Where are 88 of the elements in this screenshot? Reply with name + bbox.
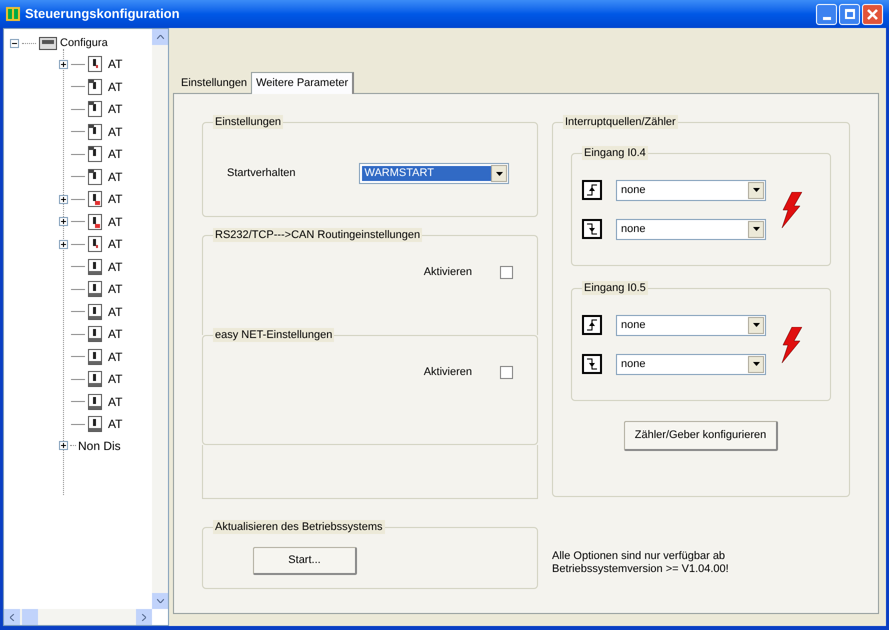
module-icon (88, 214, 102, 230)
module-icon (88, 348, 102, 365)
group-title: RS232/TCP--->CAN Routingeinstellungen (213, 228, 422, 242)
module-icon (88, 258, 102, 275)
dropdown-value: none (620, 356, 646, 372)
app-icon (6, 7, 20, 21)
tree-item[interactable]: AT (108, 102, 122, 116)
expand-icon[interactable] (59, 194, 68, 204)
module-icon (88, 78, 102, 95)
tree-item[interactable]: AT (108, 350, 122, 364)
dropdown[interactable]: none (616, 180, 766, 200)
tree-item[interactable]: AT (108, 327, 122, 342)
tree-item[interactable]: AT (108, 147, 122, 162)
tree-item[interactable]: AT (108, 304, 122, 319)
window-title: Steuerungskonfiguration (25, 5, 180, 24)
group-title: Eingang I0.4 (582, 146, 648, 160)
tree-item[interactable]: AT (108, 170, 122, 184)
group-title: easy NET-Einstellungen (213, 328, 334, 342)
dropdown[interactable]: none (616, 314, 766, 336)
dropdown[interactable]: none (616, 218, 766, 240)
module-icon (88, 236, 102, 252)
checkbox-label: Aktivieren (424, 365, 472, 380)
vertical-scrollbar[interactable] (152, 29, 168, 609)
expand-icon[interactable] (59, 217, 68, 226)
dropdown-value: none (620, 182, 646, 198)
field-label: Startverhalten (227, 166, 296, 182)
dropdown-value: none (620, 318, 646, 332)
tab[interactable]: Weitere Parameter (251, 72, 354, 94)
tree-item[interactable]: AT (108, 192, 122, 206)
minimize-button[interactable] (816, 4, 837, 24)
tree-item[interactable]: AT (108, 124, 122, 139)
module-icon (88, 124, 102, 140)
lightning-icon (780, 192, 802, 228)
expand-icon[interactable] (59, 240, 68, 249)
module-icon (88, 101, 102, 118)
group-title: Einstellungen (213, 115, 284, 129)
tree-item[interactable]: AT (108, 282, 122, 296)
expand-icon[interactable] (59, 441, 68, 450)
rising-edge-icon (582, 315, 602, 335)
tree-item[interactable]: AT (108, 57, 122, 72)
tree-item[interactable]: Non Dis (78, 438, 121, 452)
module-icon (88, 56, 102, 72)
module-icon (88, 168, 102, 185)
start-button[interactable]: Start... (253, 547, 357, 575)
version-note: Alle Optionen sind nur verfügbar ab Betriebssystemversion >= V1.04.00! (552, 550, 730, 576)
maximize-button[interactable] (839, 4, 860, 24)
lightning-icon (780, 326, 802, 362)
tree-item[interactable]: Configura (60, 36, 108, 50)
group-title: Interruptquellen/Zähler (563, 115, 678, 129)
rising-edge-icon (582, 180, 602, 200)
checkbox[interactable] (500, 366, 513, 379)
checkbox[interactable] (500, 266, 513, 279)
dropdown-value: none (620, 222, 646, 236)
module-icon (88, 394, 102, 410)
module-icon (88, 281, 102, 298)
module-icon (88, 146, 102, 162)
scroll-left-icon[interactable] (4, 609, 20, 625)
falling-edge-icon (582, 354, 602, 374)
module-icon (88, 371, 102, 388)
dropdown-value: WARMSTART (362, 166, 492, 181)
tree-item[interactable]: AT (108, 237, 122, 252)
tree-item[interactable]: AT (108, 214, 122, 229)
dropdown[interactable]: WARMSTART (359, 163, 510, 184)
tree-item[interactable]: AT (108, 372, 122, 386)
scroll-thumb[interactable] (22, 609, 38, 625)
tree-item[interactable]: AT (108, 260, 122, 274)
close-button[interactable] (862, 4, 883, 24)
module-icon (88, 416, 102, 432)
tree-item[interactable]: AT (108, 394, 122, 409)
falling-edge-icon (582, 219, 602, 239)
dropdown[interactable]: none (616, 354, 766, 374)
scroll-right-icon[interactable] (136, 609, 152, 625)
configure-counter-button[interactable]: Zähler/Geber konfigurieren (624, 421, 778, 451)
checkbox-label: Aktivieren (424, 265, 472, 280)
close-icon (867, 8, 878, 20)
module-icon (88, 191, 102, 208)
module-icon (88, 326, 102, 342)
scroll-up-icon[interactable] (152, 29, 168, 45)
tree-item[interactable]: AT (108, 80, 122, 94)
controller-icon (39, 35, 57, 51)
module-icon (88, 304, 102, 320)
group-title: Eingang I0.5 (582, 281, 648, 295)
collapse-icon[interactable] (10, 38, 19, 48)
group-title: Aktualisieren des Betriebssystems (213, 520, 385, 534)
horizontal-scrollbar[interactable] (4, 609, 152, 625)
tree-item[interactable]: AT (108, 417, 122, 432)
scroll-down-icon[interactable] (152, 593, 168, 609)
expand-icon[interactable] (59, 60, 68, 69)
